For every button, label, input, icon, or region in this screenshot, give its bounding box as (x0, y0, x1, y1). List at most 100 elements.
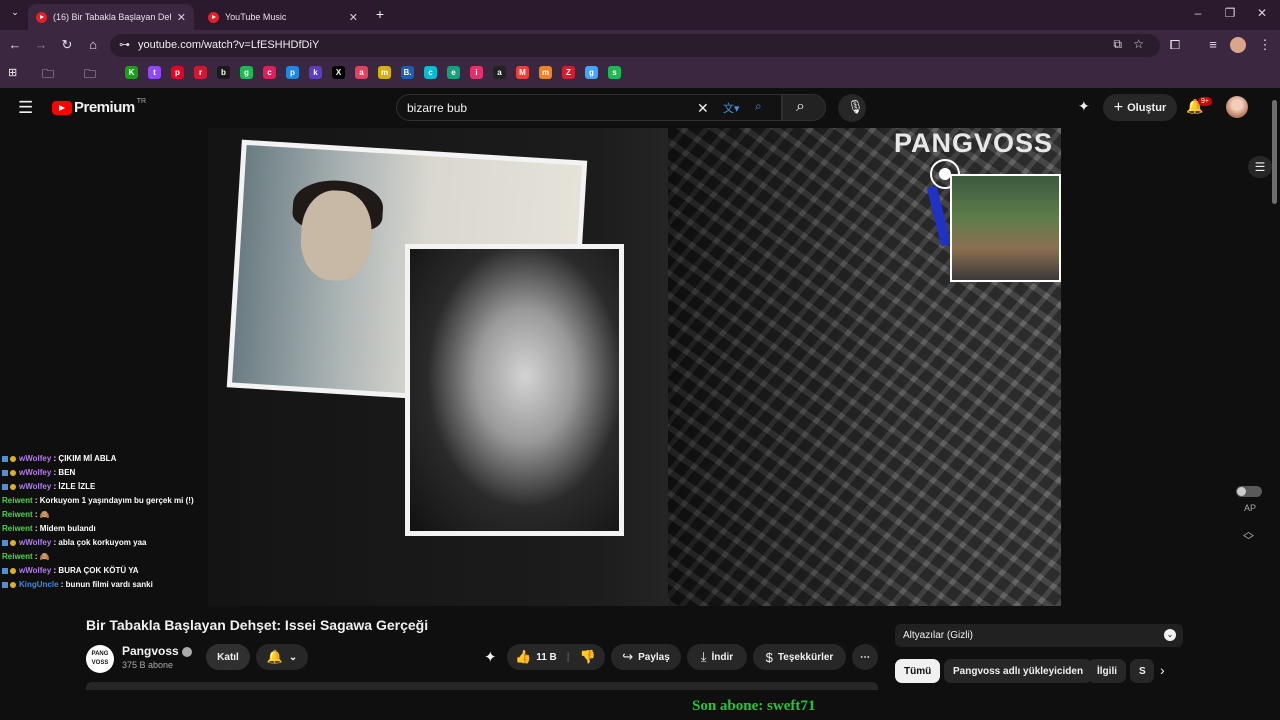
youtube-premium-logo[interactable]: Premium TR (52, 98, 146, 116)
autoplay-label: AP (1243, 503, 1256, 513)
bookmark-item[interactable]: m (378, 66, 391, 79)
channel-avatar[interactable]: PANG VOSS (86, 645, 114, 673)
channel-name[interactable]: Pangvoss (122, 644, 192, 658)
chat-badge-icon (2, 581, 8, 588)
chevron-down-icon: ⌄ (1164, 629, 1176, 641)
bookmark-item[interactable]: i (470, 66, 483, 79)
bookmark-item[interactable]: B. (401, 66, 414, 79)
create-button[interactable]: + Oluştur (1103, 94, 1177, 121)
bookmark-folder-icon[interactable]: 🗀 (84, 65, 96, 86)
subscribed-bell-button[interactable]: 🔔 ⌄ (256, 644, 308, 670)
tab-search-icon[interactable]: ⌄ (8, 7, 22, 18)
reload-icon[interactable]: ↻ (58, 36, 76, 54)
profile-avatar[interactable] (1230, 37, 1246, 53)
bookmark-item[interactable]: g (240, 66, 253, 79)
bookmark-item[interactable]: a (493, 66, 506, 79)
search-input[interactable]: bizarre bub ✕ 文▾ ⌕ (396, 94, 782, 121)
bookmark-item[interactable]: p (286, 66, 299, 79)
tab-video[interactable]: (16) Bir Tabakla Başlayan Dehşet: I ✕ (28, 4, 194, 30)
translate-icon[interactable]: 文▾ (723, 100, 740, 116)
page-scrollbar[interactable] (1270, 88, 1280, 720)
ask-ai-icon[interactable]: ✦ (484, 648, 497, 666)
thanks-button[interactable]: $ Teşekkürler (753, 644, 846, 670)
thumbs-down-icon[interactable]: 👎 (580, 649, 596, 665)
bookmark-item[interactable]: e (447, 66, 460, 79)
bookmark-item[interactable]: K (125, 66, 138, 79)
bookmark-item[interactable]: a (355, 66, 368, 79)
browser-menu-icon[interactable]: ⋮ (1256, 36, 1274, 54)
install-icon[interactable]: ⧉ (1113, 37, 1122, 52)
chat-separator: : (32, 552, 40, 561)
forward-icon[interactable]: → (32, 36, 50, 54)
chip-all[interactable]: Tümü (895, 659, 941, 683)
minimize-icon[interactable]: – (1188, 6, 1208, 20)
download-button[interactable]: ⤓ İndir (687, 644, 747, 670)
bookmark-item[interactable]: p (171, 66, 184, 79)
bookmark-folder-icon[interactable]: 🗀 (42, 65, 54, 86)
chapters-menu-icon[interactable]: ☰ (1248, 156, 1272, 178)
bookmark-item[interactable]: c (424, 66, 437, 79)
bookmark-item[interactable]: r (194, 66, 207, 79)
bookmark-item[interactable]: c (263, 66, 276, 79)
media-controls-icon[interactable]: ≡ (1204, 36, 1222, 54)
voice-search-button[interactable]: 🎙 (838, 94, 866, 122)
site-info-icon[interactable]: ⊶ (119, 38, 130, 51)
home-icon[interactable]: ⌂ (84, 36, 102, 54)
chip-from-uploader[interactable]: Pangvoss adlı yükleyiciden (944, 659, 1093, 683)
bookmark-item[interactable]: s (608, 66, 621, 79)
hamburger-menu-icon[interactable]: ☰ (18, 98, 33, 118)
url-text[interactable]: youtube.com/watch?v=LfESHHDfDiY (138, 39, 319, 51)
bookmark-item[interactable]: X (332, 66, 345, 79)
chip-related[interactable]: İlgili (1088, 659, 1126, 683)
clear-search-icon[interactable]: ✕ (697, 100, 709, 117)
share-button[interactable]: ↪ Paylaş (611, 644, 681, 670)
back-icon[interactable]: ← (6, 36, 24, 54)
subscriber-count: 375 B abone (122, 660, 174, 670)
bookmarks-bar: ⊞ 🗀 🗀 (0, 60, 1280, 88)
channel-name-text[interactable]: Pangvoss (122, 644, 179, 658)
chat-message: Reiwent : Midem bulandı (2, 522, 207, 536)
account-avatar[interactable] (1226, 96, 1248, 118)
bookmark-item[interactable]: b (217, 66, 230, 79)
video-player[interactable]: PANGVOSS (208, 128, 1061, 606)
sparkle-ai-icon[interactable]: ✦ (1078, 98, 1090, 115)
tab-youtube-music[interactable]: YouTube Music ✕ (200, 4, 366, 30)
bookmark-item[interactable]: M (516, 66, 529, 79)
chat-message: wWolfey : BEN (2, 466, 207, 480)
tab-close-icon[interactable]: ✕ (177, 11, 186, 24)
more-actions-button[interactable]: ⋯ (852, 644, 878, 670)
extensions-icon[interactable]: ⧠ (1166, 36, 1184, 54)
bookmark-item[interactable]: k (309, 66, 322, 79)
bookmark-item[interactable]: m (539, 66, 552, 79)
chat-username: wWolfey (19, 538, 52, 547)
search-query[interactable]: bizarre bub (407, 101, 467, 115)
autoplay-toggle[interactable]: AP (1236, 486, 1264, 513)
scrollbar-thumb[interactable] (1272, 100, 1277, 204)
chips-next-arrow-icon[interactable]: › (1160, 662, 1165, 678)
chip-partial[interactable]: S (1130, 659, 1154, 683)
apps-grid-icon[interactable]: ⊞ (8, 66, 17, 79)
chat-message: wWolfey : BURA ÇOK KÖTÜ YA (2, 564, 207, 578)
search-by-image-icon[interactable]: ⌕ (755, 99, 762, 114)
description-box[interactable] (86, 682, 878, 690)
bookmark-item[interactable]: Z (562, 66, 575, 79)
bookmark-star-icon[interactable]: ☆ (1133, 37, 1144, 51)
join-button[interactable]: Katıl (206, 644, 250, 670)
subtitles-dropdown[interactable]: Altyazılar (Gizli) ⌄ (895, 624, 1183, 647)
like-button[interactable]: 👍 11 B | 👎 (507, 644, 605, 670)
chat-separator: : (58, 580, 66, 589)
tab-close-icon[interactable]: ✕ (349, 11, 358, 24)
bookmark-item[interactable]: t (148, 66, 161, 79)
expand-collapse-icon[interactable]: ︿ ﹀ (1243, 527, 1254, 547)
bell-icon: 🔔 (266, 649, 283, 664)
new-tab-icon[interactable]: + (372, 6, 388, 22)
maximize-icon[interactable]: ❐ (1220, 6, 1240, 20)
search-button[interactable]: ⌕ (782, 94, 826, 121)
autoplay-switch[interactable] (1236, 486, 1262, 497)
bookmark-item[interactable]: g (585, 66, 598, 79)
chat-username: wWolfey (19, 566, 52, 575)
window-close-icon[interactable]: ✕ (1252, 6, 1272, 20)
chat-text: Korkuyom 1 yaşındayım bu gerçek mi (!) (39, 496, 194, 505)
address-bar[interactable]: ⊶ youtube.com/watch?v=LfESHHDfDiY ⧉ ☆ (110, 34, 1160, 57)
chat-message: Reiwent : Korkuyom 1 yaşındayım bu gerçe… (2, 494, 207, 508)
